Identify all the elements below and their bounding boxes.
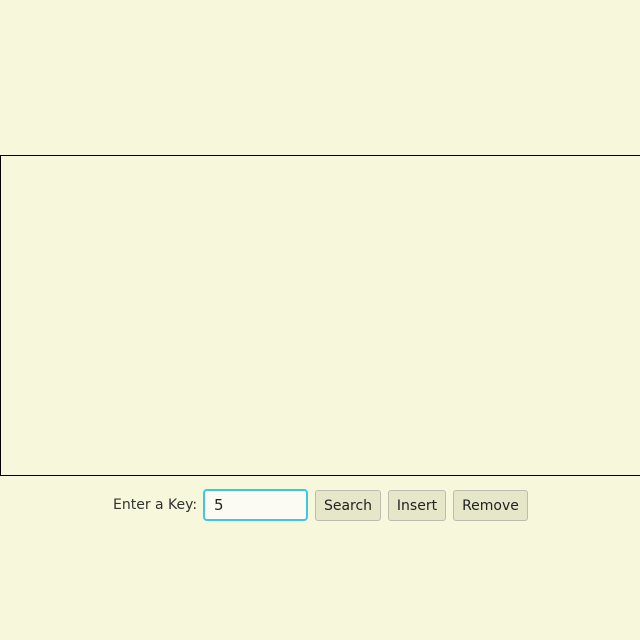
- control-row: Enter a Key: Search Insert Remove: [0, 489, 640, 522]
- remove-button[interactable]: Remove: [453, 490, 528, 521]
- search-button[interactable]: Search: [315, 490, 381, 521]
- key-input[interactable]: [203, 489, 308, 521]
- key-label: Enter a Key:: [113, 497, 198, 513]
- insert-button[interactable]: Insert: [388, 490, 446, 521]
- tree-canvas: [0, 155, 640, 476]
